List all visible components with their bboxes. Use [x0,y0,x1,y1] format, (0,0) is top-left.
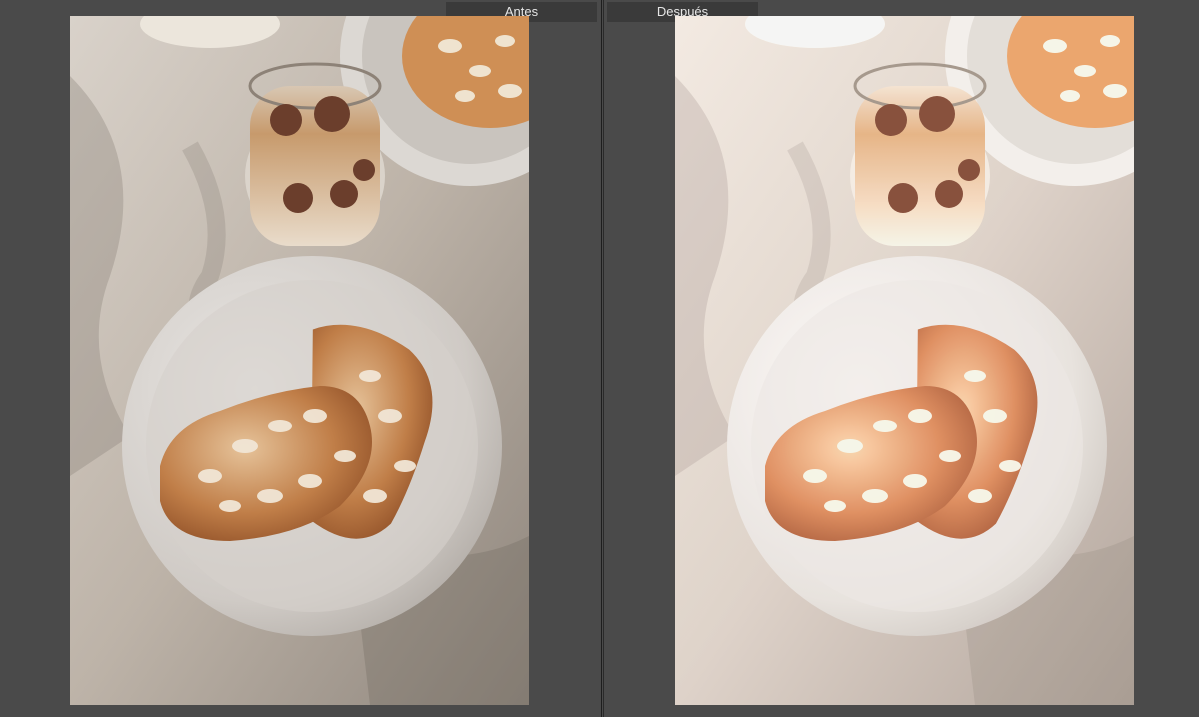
photo-image-icon [675,16,1134,705]
after-photo[interactable] [675,16,1134,705]
before-pane[interactable]: Antes [0,0,601,717]
before-after-compare-view: Antes Después [0,0,1199,717]
before-photo[interactable] [70,16,529,705]
photo-image-icon [70,16,529,705]
after-pane[interactable]: Después [604,0,1199,717]
